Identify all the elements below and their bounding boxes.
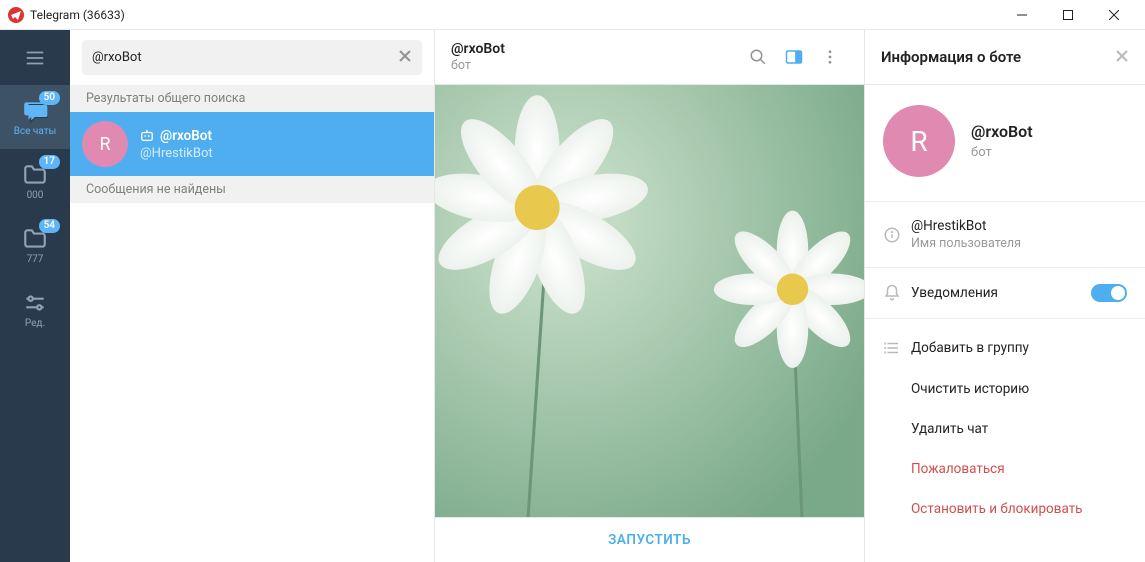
folder-edit[interactable]: Ред. bbox=[0, 277, 70, 341]
telegram-app-icon bbox=[8, 7, 24, 23]
folder-badge: 17 bbox=[39, 155, 60, 169]
search-input[interactable] bbox=[92, 50, 398, 65]
bell-icon bbox=[883, 284, 901, 302]
action-label: Остановить и блокировать bbox=[911, 501, 1083, 517]
search-result-item[interactable]: R @rxoBot @HrestikBot bbox=[70, 112, 434, 176]
chat-subtitle: бот bbox=[451, 58, 740, 73]
avatar: R bbox=[883, 105, 955, 177]
folder-label: Все чаты bbox=[14, 126, 57, 137]
folder-777[interactable]: 54 777 bbox=[0, 213, 70, 277]
folder-label: Ред. bbox=[25, 318, 45, 329]
start-bot-button[interactable]: ЗАПУСТИТЬ bbox=[435, 517, 864, 562]
info-subtitle: бот bbox=[971, 145, 1033, 160]
close-window-button[interactable] bbox=[1091, 0, 1137, 30]
info-panel-title: Информация о боте bbox=[881, 48, 1115, 66]
more-vertical-icon bbox=[821, 48, 839, 66]
main-menu-button[interactable] bbox=[0, 30, 70, 85]
toggle-side-panel-button[interactable] bbox=[776, 39, 812, 75]
search-results-header: Результаты общего поиска bbox=[70, 85, 434, 112]
notifications-toggle[interactable] bbox=[1091, 284, 1127, 302]
folder-badge: 54 bbox=[39, 219, 60, 233]
start-bot-label: ЗАПУСТИТЬ bbox=[608, 532, 691, 548]
action-label: Удалить чат bbox=[911, 421, 988, 437]
list-icon bbox=[883, 339, 901, 357]
folder-all-chats[interactable]: 50 Все чаты bbox=[0, 85, 70, 149]
chat-background-image bbox=[435, 85, 864, 517]
chat-header: @rxoBot бот bbox=[435, 30, 864, 85]
sliders-icon bbox=[22, 290, 48, 316]
chat-column: @rxoBot бот bbox=[435, 30, 865, 562]
bot-icon bbox=[140, 129, 154, 143]
chat-body bbox=[435, 85, 864, 517]
close-info-panel-button[interactable] bbox=[1115, 48, 1129, 67]
result-name: @rxoBot bbox=[160, 128, 212, 144]
info-icon bbox=[883, 226, 901, 244]
info-panel: Информация о боте R @rxoBot бот @Hrestik… bbox=[865, 30, 1145, 562]
info-username: @HrestikBot bbox=[911, 218, 1127, 234]
close-icon bbox=[1115, 49, 1129, 63]
action-label: Очистить историю bbox=[911, 381, 1029, 397]
folder-rail: 50 Все чаты 17 000 54 777 Ред. bbox=[0, 30, 70, 562]
clear-search-button[interactable] bbox=[398, 48, 412, 67]
clear-history-action[interactable]: Очистить историю bbox=[865, 369, 1145, 409]
chat-title-area[interactable]: @rxoBot бот bbox=[451, 41, 740, 73]
action-label: Добавить в группу bbox=[911, 340, 1029, 356]
window-titlebar: Telegram (36633) bbox=[0, 0, 1145, 30]
side-panel-icon bbox=[785, 48, 803, 66]
report-action[interactable]: Пожаловаться bbox=[865, 449, 1145, 489]
action-label: Пожаловаться bbox=[911, 461, 1005, 477]
avatar: R bbox=[82, 121, 128, 167]
info-username-label: Имя пользователя bbox=[911, 236, 1127, 251]
search-icon bbox=[749, 48, 767, 66]
minimize-button[interactable] bbox=[999, 0, 1045, 30]
chat-title: @rxoBot bbox=[451, 41, 740, 57]
search-in-chat-button[interactable] bbox=[740, 39, 776, 75]
folder-label: 777 bbox=[27, 254, 44, 265]
folder-badge: 50 bbox=[39, 91, 60, 105]
folder-label: 000 bbox=[27, 190, 44, 201]
search-box bbox=[82, 40, 422, 75]
info-username-row[interactable]: @HrestikBot Имя пользователя bbox=[865, 202, 1145, 268]
stop-and-block-action[interactable]: Остановить и блокировать bbox=[865, 489, 1145, 529]
info-notifications-row[interactable]: Уведомления bbox=[865, 268, 1145, 319]
result-username: @HrestikBot bbox=[140, 146, 213, 161]
info-profile-block: R @rxoBot бот bbox=[865, 85, 1145, 202]
add-to-group-action[interactable]: Добавить в группу bbox=[865, 327, 1145, 369]
folder-000[interactable]: 17 000 bbox=[0, 149, 70, 213]
delete-chat-action[interactable]: Удалить чат bbox=[865, 409, 1145, 449]
chat-list-column: Результаты общего поиска R @rxoBot @Hres… bbox=[70, 30, 435, 562]
search-messages-not-found: Сообщения не найдены bbox=[70, 176, 434, 203]
maximize-button[interactable] bbox=[1045, 0, 1091, 30]
notifications-label: Уведомления bbox=[911, 285, 1091, 301]
info-name: @rxoBot bbox=[971, 122, 1033, 141]
chat-more-menu-button[interactable] bbox=[812, 39, 848, 75]
window-title: Telegram (36633) bbox=[30, 8, 125, 22]
